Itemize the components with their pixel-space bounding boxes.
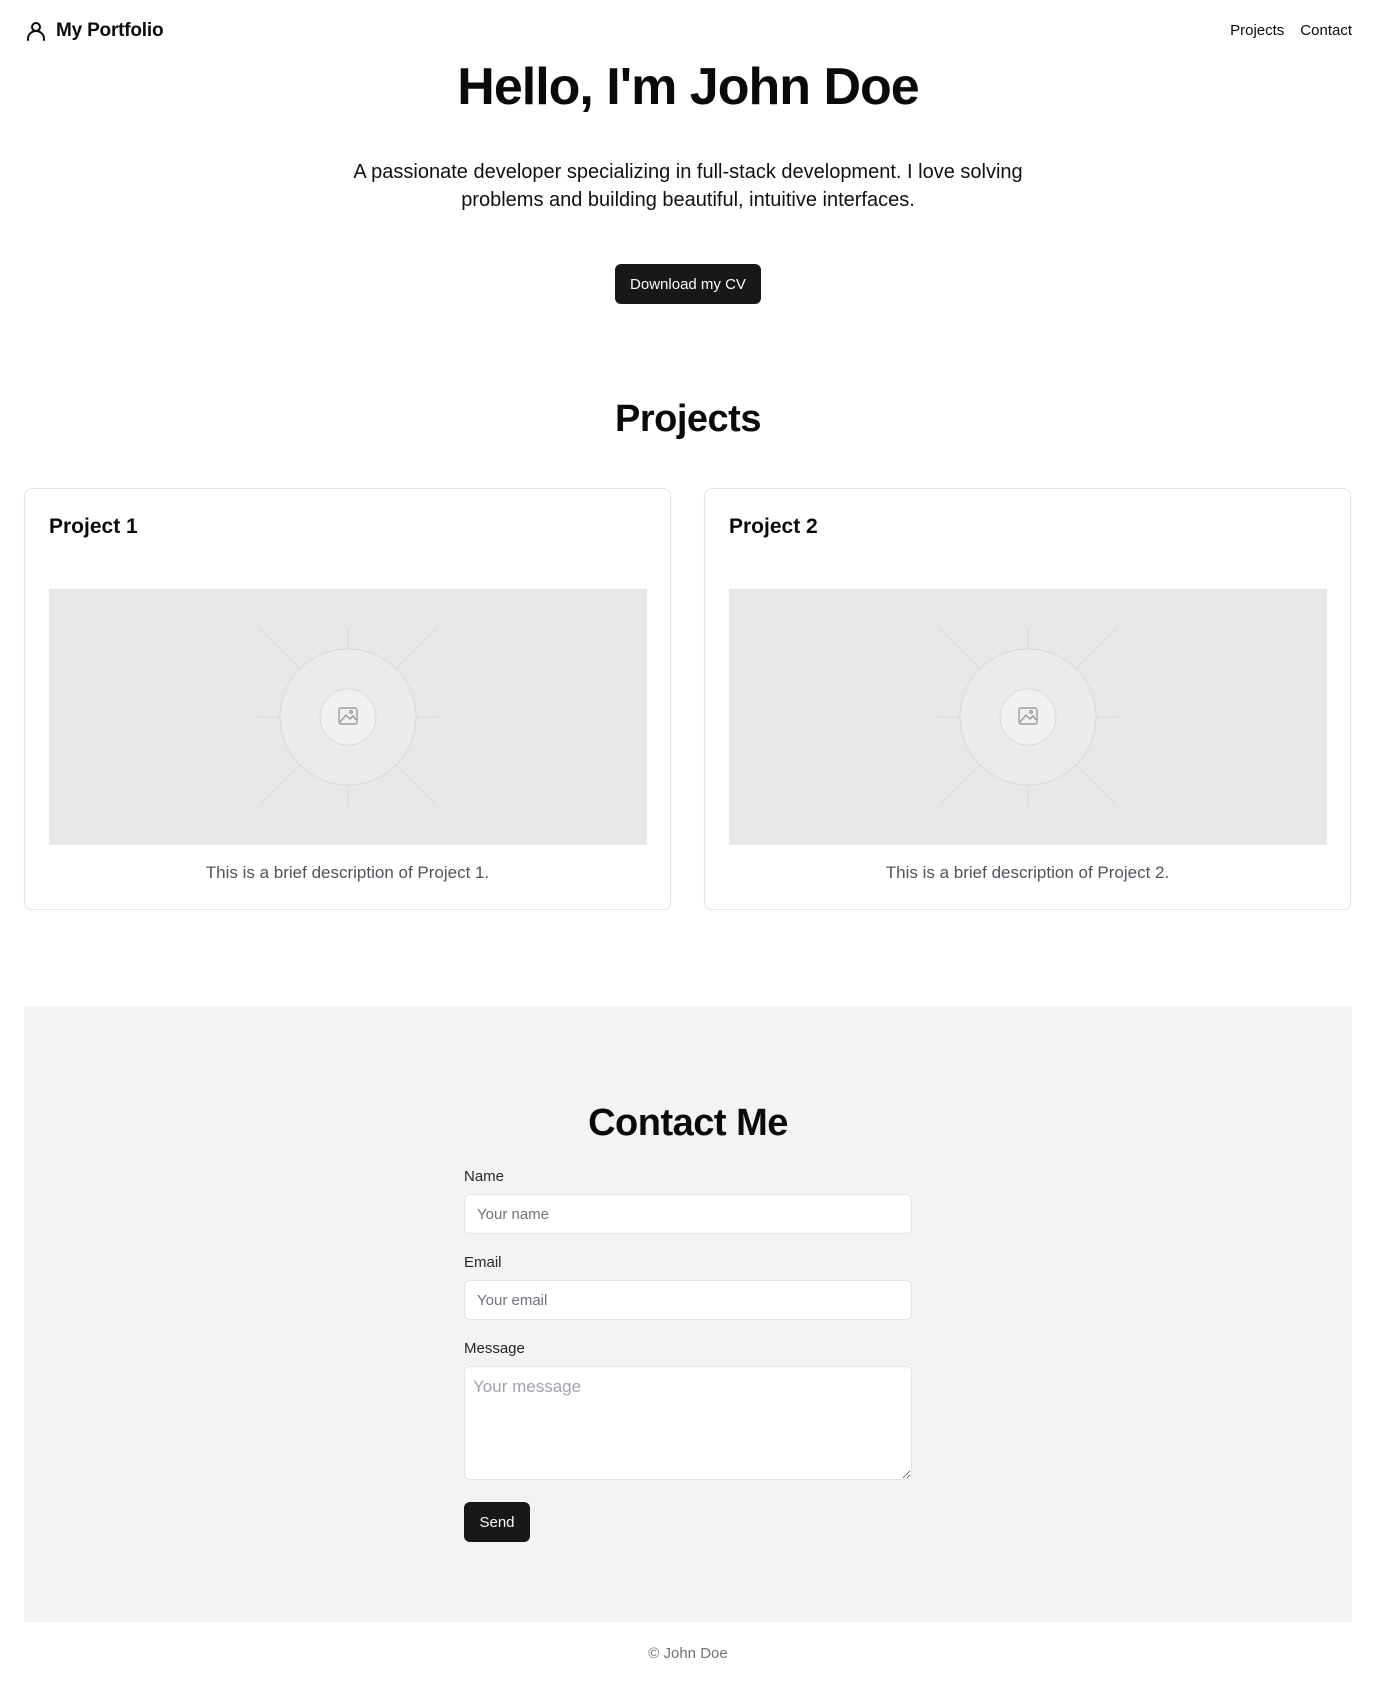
project-title: Project 2 (729, 515, 818, 538)
send-button[interactable]: Send (464, 1502, 530, 1542)
image-placeholder-icon (729, 589, 1327, 845)
name-label: Name (464, 1168, 505, 1185)
email-input[interactable] (464, 1280, 912, 1320)
project-title: Project 1 (49, 515, 138, 538)
top-nav: My Portfolio Projects Contact (0, 0, 1376, 64)
hero-title: Hello, I'm John Doe (457, 58, 919, 116)
project-card-1: Project 1 This is a brief description of… (24, 488, 671, 910)
email-label: Email (464, 1254, 502, 1271)
brand[interactable]: My Portfolio (24, 19, 164, 43)
contact-form: Name Email Message Send (464, 1168, 912, 1542)
nav-links: Projects Contact (1230, 22, 1352, 39)
brand-name: My Portfolio (56, 20, 164, 41)
contact-section: Contact Me Name Email Message Send (24, 1006, 1352, 1622)
project-image-placeholder (49, 589, 647, 845)
nav-link-projects[interactable]: Projects (1230, 22, 1284, 39)
contact-heading: Contact Me (588, 1102, 788, 1144)
message-label: Message (464, 1340, 525, 1357)
project-description: This is a brief description of Project 2… (885, 863, 1170, 882)
project-card-2: Project 2 This is a brief description of… (704, 488, 1351, 910)
name-input[interactable] (464, 1194, 912, 1234)
hero-description: A passionate developer specializing in f… (353, 161, 1023, 211)
project-image-placeholder (729, 589, 1327, 845)
footer-copyright: © John Doe (648, 1645, 728, 1662)
message-textarea[interactable] (464, 1366, 912, 1480)
download-cv-button[interactable]: Download my CV (615, 264, 761, 304)
project-description: This is a brief description of Project 1… (205, 863, 490, 882)
image-placeholder-icon (49, 589, 647, 845)
projects-heading: Projects (615, 398, 761, 440)
nav-link-contact[interactable]: Contact (1300, 22, 1352, 39)
user-icon (27, 22, 45, 41)
